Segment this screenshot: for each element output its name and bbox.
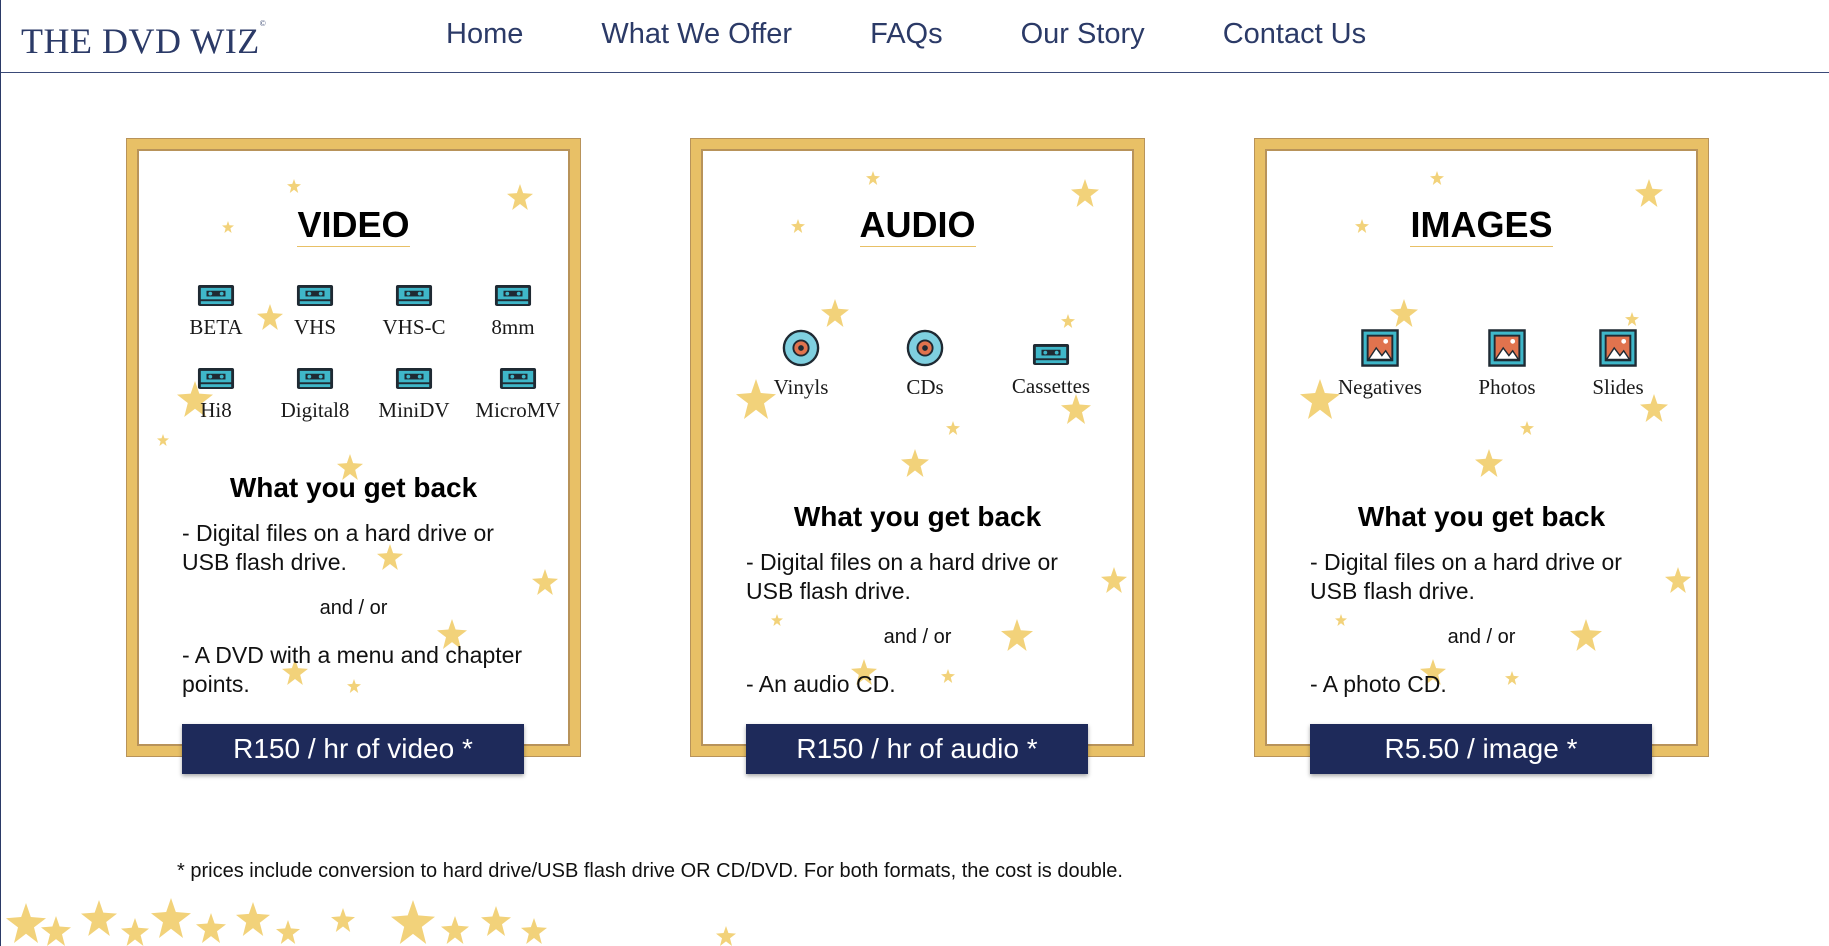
price-badge-images: R5.50 / image * — [1310, 724, 1652, 774]
deliverable-item: - Digital files on a hard drive or USB f… — [182, 520, 494, 575]
and-or-text: and / or — [1447, 626, 1516, 648]
nav-contact-us[interactable]: Contact Us — [1223, 18, 1366, 51]
card-audio: AUDIO Vinyls CDs Cassettes What you get … — [691, 139, 1144, 756]
format-label: Hi8 — [200, 398, 232, 422]
format-label: Vinyls — [773, 375, 829, 399]
cassette-icon — [296, 367, 334, 390]
card-video: VIDEO BETA VHS VHS-C 8mm Hi8 Digital8 Mi… — [127, 139, 580, 756]
format-label: CDs — [906, 375, 944, 399]
cassette-icon — [296, 284, 334, 307]
format-negatives: Negatives — [1315, 329, 1445, 400]
cassette-icon — [499, 367, 537, 390]
format-label: BETA — [189, 315, 243, 339]
nav-faqs[interactable]: FAQs — [870, 18, 943, 51]
format-beta: BETA — [166, 284, 266, 340]
nav-our-story[interactable]: Our Story — [1021, 18, 1145, 51]
format-cds: CDs — [870, 329, 980, 400]
cassette-icon — [494, 284, 532, 307]
format-label: Photos — [1478, 375, 1536, 399]
and-or-text: and / or — [319, 597, 388, 619]
format-vhs-c: VHS-C — [364, 284, 464, 340]
site-logo[interactable]: THE DVD WIZ© — [21, 19, 267, 62]
cassette-icon — [395, 367, 433, 390]
deliverable-item: - Digital files on a hard drive or USB f… — [1310, 549, 1622, 604]
format-photos: Photos — [1447, 329, 1567, 400]
cassette-icon — [1032, 343, 1070, 366]
disc-icon — [906, 329, 944, 367]
what-you-get-back-heading: What you get back — [793, 501, 1042, 532]
format-label: Cassettes — [1011, 374, 1091, 398]
cassette-icon — [197, 367, 235, 390]
card-title: IMAGES — [1410, 204, 1553, 247]
picture-icon — [1361, 329, 1399, 367]
format-label: VHS-C — [382, 315, 446, 339]
format-label: Slides — [1592, 375, 1644, 399]
deliverable-item: - Digital files on a hard drive or USB f… — [746, 549, 1058, 604]
format-label: VHS — [293, 315, 336, 339]
format-label: MiniDV — [378, 398, 450, 422]
format-8mm: 8mm — [463, 284, 563, 340]
logo-text: THE DVD WIZ — [21, 21, 260, 61]
format-vinyls: Vinyls — [746, 329, 856, 400]
format-slides: Slides — [1563, 329, 1673, 400]
card-title: AUDIO — [859, 204, 976, 247]
price-badge-audio: R150 / hr of audio * — [746, 724, 1088, 774]
logo-mark: © — [259, 19, 267, 28]
cassette-icon — [395, 284, 433, 307]
format-micromv: MicroMV — [463, 367, 573, 423]
format-hi8: Hi8 — [166, 367, 266, 423]
cassette-icon — [197, 284, 235, 307]
pricing-footnote: * prices include conversion to hard driv… — [177, 860, 1123, 882]
format-minidv: MiniDV — [364, 367, 464, 423]
format-label: Negatives — [1338, 375, 1422, 399]
deliverable-item: - An audio CD. — [746, 671, 896, 697]
what-you-get-back-heading: What you get back — [229, 472, 478, 503]
nav-home[interactable]: Home — [446, 18, 523, 51]
format-vhs: VHS — [265, 284, 365, 340]
picture-icon — [1488, 329, 1526, 367]
main-nav: Home What We Offer FAQs Our Story Contac… — [446, 18, 1444, 51]
site-header: THE DVD WIZ© Home What We Offer FAQs Our… — [1, 0, 1829, 73]
nav-what-we-offer[interactable]: What We Offer — [601, 18, 792, 51]
format-label: 8mm — [491, 315, 535, 339]
card-images: IMAGES Negatives Photos Slides What you … — [1255, 139, 1708, 756]
format-label: MicroMV — [475, 398, 561, 422]
what-you-get-back-heading: What you get back — [1357, 501, 1606, 532]
format-digital8: Digital8 — [265, 367, 365, 423]
picture-icon — [1599, 329, 1637, 367]
and-or-text: and / or — [883, 626, 952, 648]
format-label: Digital8 — [280, 398, 350, 422]
format-cassettes: Cassettes — [991, 343, 1111, 399]
deliverable-item: - A photo CD. — [1310, 671, 1447, 697]
deliverable-item: - A DVD with a menu and chapter points. — [182, 642, 523, 697]
disc-icon — [782, 329, 820, 367]
footer-stars-decoration — [6, 898, 736, 946]
price-badge-video: R150 / hr of video * — [182, 724, 524, 774]
card-title: VIDEO — [297, 204, 410, 247]
